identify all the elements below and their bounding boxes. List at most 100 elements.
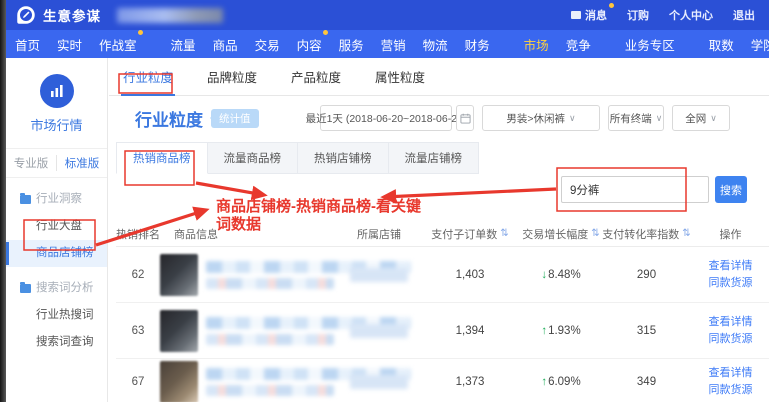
sort-icon[interactable]: ⇅: [500, 229, 508, 239]
page-title: 行业粒度: [135, 106, 203, 131]
nav-marketing[interactable]: 营销: [381, 35, 406, 54]
calendar-button[interactable]: [456, 105, 474, 131]
tab-attribute-granularity[interactable]: 属性粒度: [373, 58, 427, 95]
shop-name-blurred: [338, 324, 420, 338]
product-info: [160, 310, 338, 352]
blurred-shop-name: [117, 8, 223, 23]
sort-icon[interactable]: ⇅: [682, 229, 690, 239]
tutorial-annotation: 商品店铺榜-热销商品榜-看关键 词数据: [216, 198, 456, 234]
chevron-down-icon: ∨: [710, 113, 717, 124]
col-index: 支付转化率指数⇅: [602, 226, 691, 242]
subtab-traffic-shop-rank[interactable]: 流量店铺榜: [389, 142, 480, 174]
subscribe-label: 订购: [627, 7, 649, 23]
sidebar-item-hot-search-words[interactable]: 行业热搜词: [6, 302, 107, 329]
network-dropdown[interactable]: 全网 ∨: [672, 105, 730, 131]
category-dropdown[interactable]: 男装>休闲裤 ∨: [482, 105, 600, 131]
product-thumbnail-blurred: [160, 254, 198, 296]
nav-traffic[interactable]: 流量: [171, 35, 196, 54]
index-value: 315: [602, 325, 691, 337]
view-detail-link[interactable]: 查看详情: [691, 258, 769, 275]
logout-link[interactable]: 退出: [733, 7, 755, 23]
nav-business-zone[interactable]: 业务专区: [625, 35, 675, 54]
tab-pro-version[interactable]: 专业版: [6, 155, 56, 171]
row-operations: 查看详情 同款货源: [691, 258, 769, 291]
nav-home[interactable]: 首页: [15, 35, 40, 54]
sidebar-group-search-analysis[interactable]: 搜索词分析: [6, 275, 107, 302]
version-tabs: 专业版 标准版: [6, 148, 107, 178]
orders-value: 1,403: [420, 269, 520, 281]
nav-warroom[interactable]: 作战室: [99, 35, 137, 54]
sidebar-group-industry-insight[interactable]: 行业洞察: [6, 186, 107, 213]
window-edge: [0, 0, 6, 402]
date-range-picker[interactable]: 最近1天 (2018-06-20~2018-06-20): [320, 105, 452, 131]
nav-data-extract[interactable]: 取数: [709, 35, 734, 54]
page-badge: 统计值: [211, 109, 259, 128]
terminal-dropdown[interactable]: 所有终端 ∨: [608, 105, 664, 131]
sidebar-item-product-shop-rank[interactable]: 商品店铺榜: [6, 240, 107, 267]
subscribe-link[interactable]: 订购: [627, 7, 649, 23]
same-supply-link[interactable]: 同款货源: [691, 331, 769, 348]
folder-icon: [20, 195, 31, 204]
sidebar: 市场行情 专业版 标准版 行业洞察 行业大盘 商品店铺榜 搜索词分析 行业热搜词…: [6, 58, 108, 402]
new-badge-dot: [323, 30, 328, 35]
rank-table: 热销排名 商品信息 所属店铺 支付子订单数⇅ 交易增长幅度⇅ 支付转化率指数⇅ …: [116, 222, 769, 402]
tab-product-granularity[interactable]: 产品粒度: [289, 58, 343, 95]
same-supply-link[interactable]: 同款货源: [691, 275, 769, 292]
orders-value: 1,373: [420, 376, 520, 388]
trend-up-icon: ↑: [541, 376, 547, 388]
sidebar-item-search-word-query[interactable]: 搜索词查询: [6, 329, 107, 356]
bar-chart-icon: [49, 83, 65, 99]
nav-academy[interactable]: 学院: [751, 35, 769, 54]
nav-content[interactable]: 内容: [297, 35, 322, 54]
profile-link[interactable]: 个人中心: [669, 7, 713, 23]
nav-logistics[interactable]: 物流: [423, 35, 448, 54]
profile-label: 个人中心: [669, 7, 713, 23]
nav-finance[interactable]: 财务: [465, 35, 490, 54]
subtab-traffic-product-rank[interactable]: 流量商品榜: [208, 142, 299, 174]
subtab-hot-product-rank[interactable]: 热销商品榜: [116, 142, 208, 174]
sidebar-item-industry-overview[interactable]: 行业大盘: [6, 213, 107, 240]
nav-market[interactable]: 市场: [524, 35, 549, 54]
nav-service[interactable]: 服务: [339, 35, 364, 54]
market-quotes-icon: [40, 74, 74, 108]
subtab-hot-shop-rank[interactable]: 热销店铺榜: [298, 142, 389, 174]
keyword-search-input[interactable]: [561, 176, 709, 203]
tab-industry-granularity[interactable]: 行业粒度: [121, 58, 175, 95]
change-value: ↑6.09%: [520, 376, 602, 388]
view-detail-link[interactable]: 查看详情: [691, 365, 769, 382]
topbar: 生意参谋 消息 订购 个人中心 退出: [0, 0, 769, 30]
col-rank: 热销排名: [116, 226, 160, 242]
row-operations: 查看详情 同款货源: [691, 365, 769, 398]
sort-icon[interactable]: ⇅: [591, 229, 599, 239]
tab-standard-version[interactable]: 标准版: [56, 155, 107, 171]
new-badge-dot: [138, 30, 143, 35]
nav-goods[interactable]: 商品: [213, 35, 238, 54]
logo-text: 生意参谋: [43, 5, 101, 25]
col-ops: 操作: [691, 226, 769, 242]
nav-trade[interactable]: 交易: [255, 35, 280, 54]
shop-name-blurred: [338, 375, 420, 389]
tab-brand-granularity[interactable]: 品牌粒度: [205, 58, 259, 95]
search-button[interactable]: 搜索: [715, 176, 747, 203]
nav-competition[interactable]: 竞争: [566, 35, 591, 54]
view-detail-link[interactable]: 查看详情: [691, 314, 769, 331]
calendar-icon: [460, 113, 471, 124]
trend-up-icon: ↑: [541, 325, 547, 337]
shop-name-blurred: [338, 268, 420, 282]
product-thumbnail-blurred: [160, 361, 198, 402]
change-value: ↑1.93%: [520, 325, 602, 337]
messages-link[interactable]: 消息: [571, 7, 607, 23]
same-supply-link[interactable]: 同款货源: [691, 382, 769, 399]
change-value: ↓8.48%: [520, 269, 602, 281]
product-info: [160, 254, 338, 296]
trend-down-icon: ↓: [541, 269, 547, 281]
logo[interactable]: 生意参谋: [16, 5, 101, 25]
nav-realtime[interactable]: 实时: [57, 35, 82, 54]
sycm-market-page: 生意参谋 消息 订购 个人中心 退出 首页 实时 作战室 流量 商品 交易 内容…: [0, 0, 769, 402]
main-nav: 首页 实时 作战室 流量 商品 交易 内容 服务 营销 物流 财务 市场 竞争 …: [0, 30, 769, 58]
title-row: 行业粒度 统计值 最近1天 (2018-06-20~2018-06-20) 男装…: [109, 96, 769, 142]
folder-icon: [20, 284, 31, 293]
orders-value: 1,394: [420, 325, 520, 337]
sycm-logo-icon: [16, 5, 36, 25]
index-value: 290: [602, 269, 691, 281]
